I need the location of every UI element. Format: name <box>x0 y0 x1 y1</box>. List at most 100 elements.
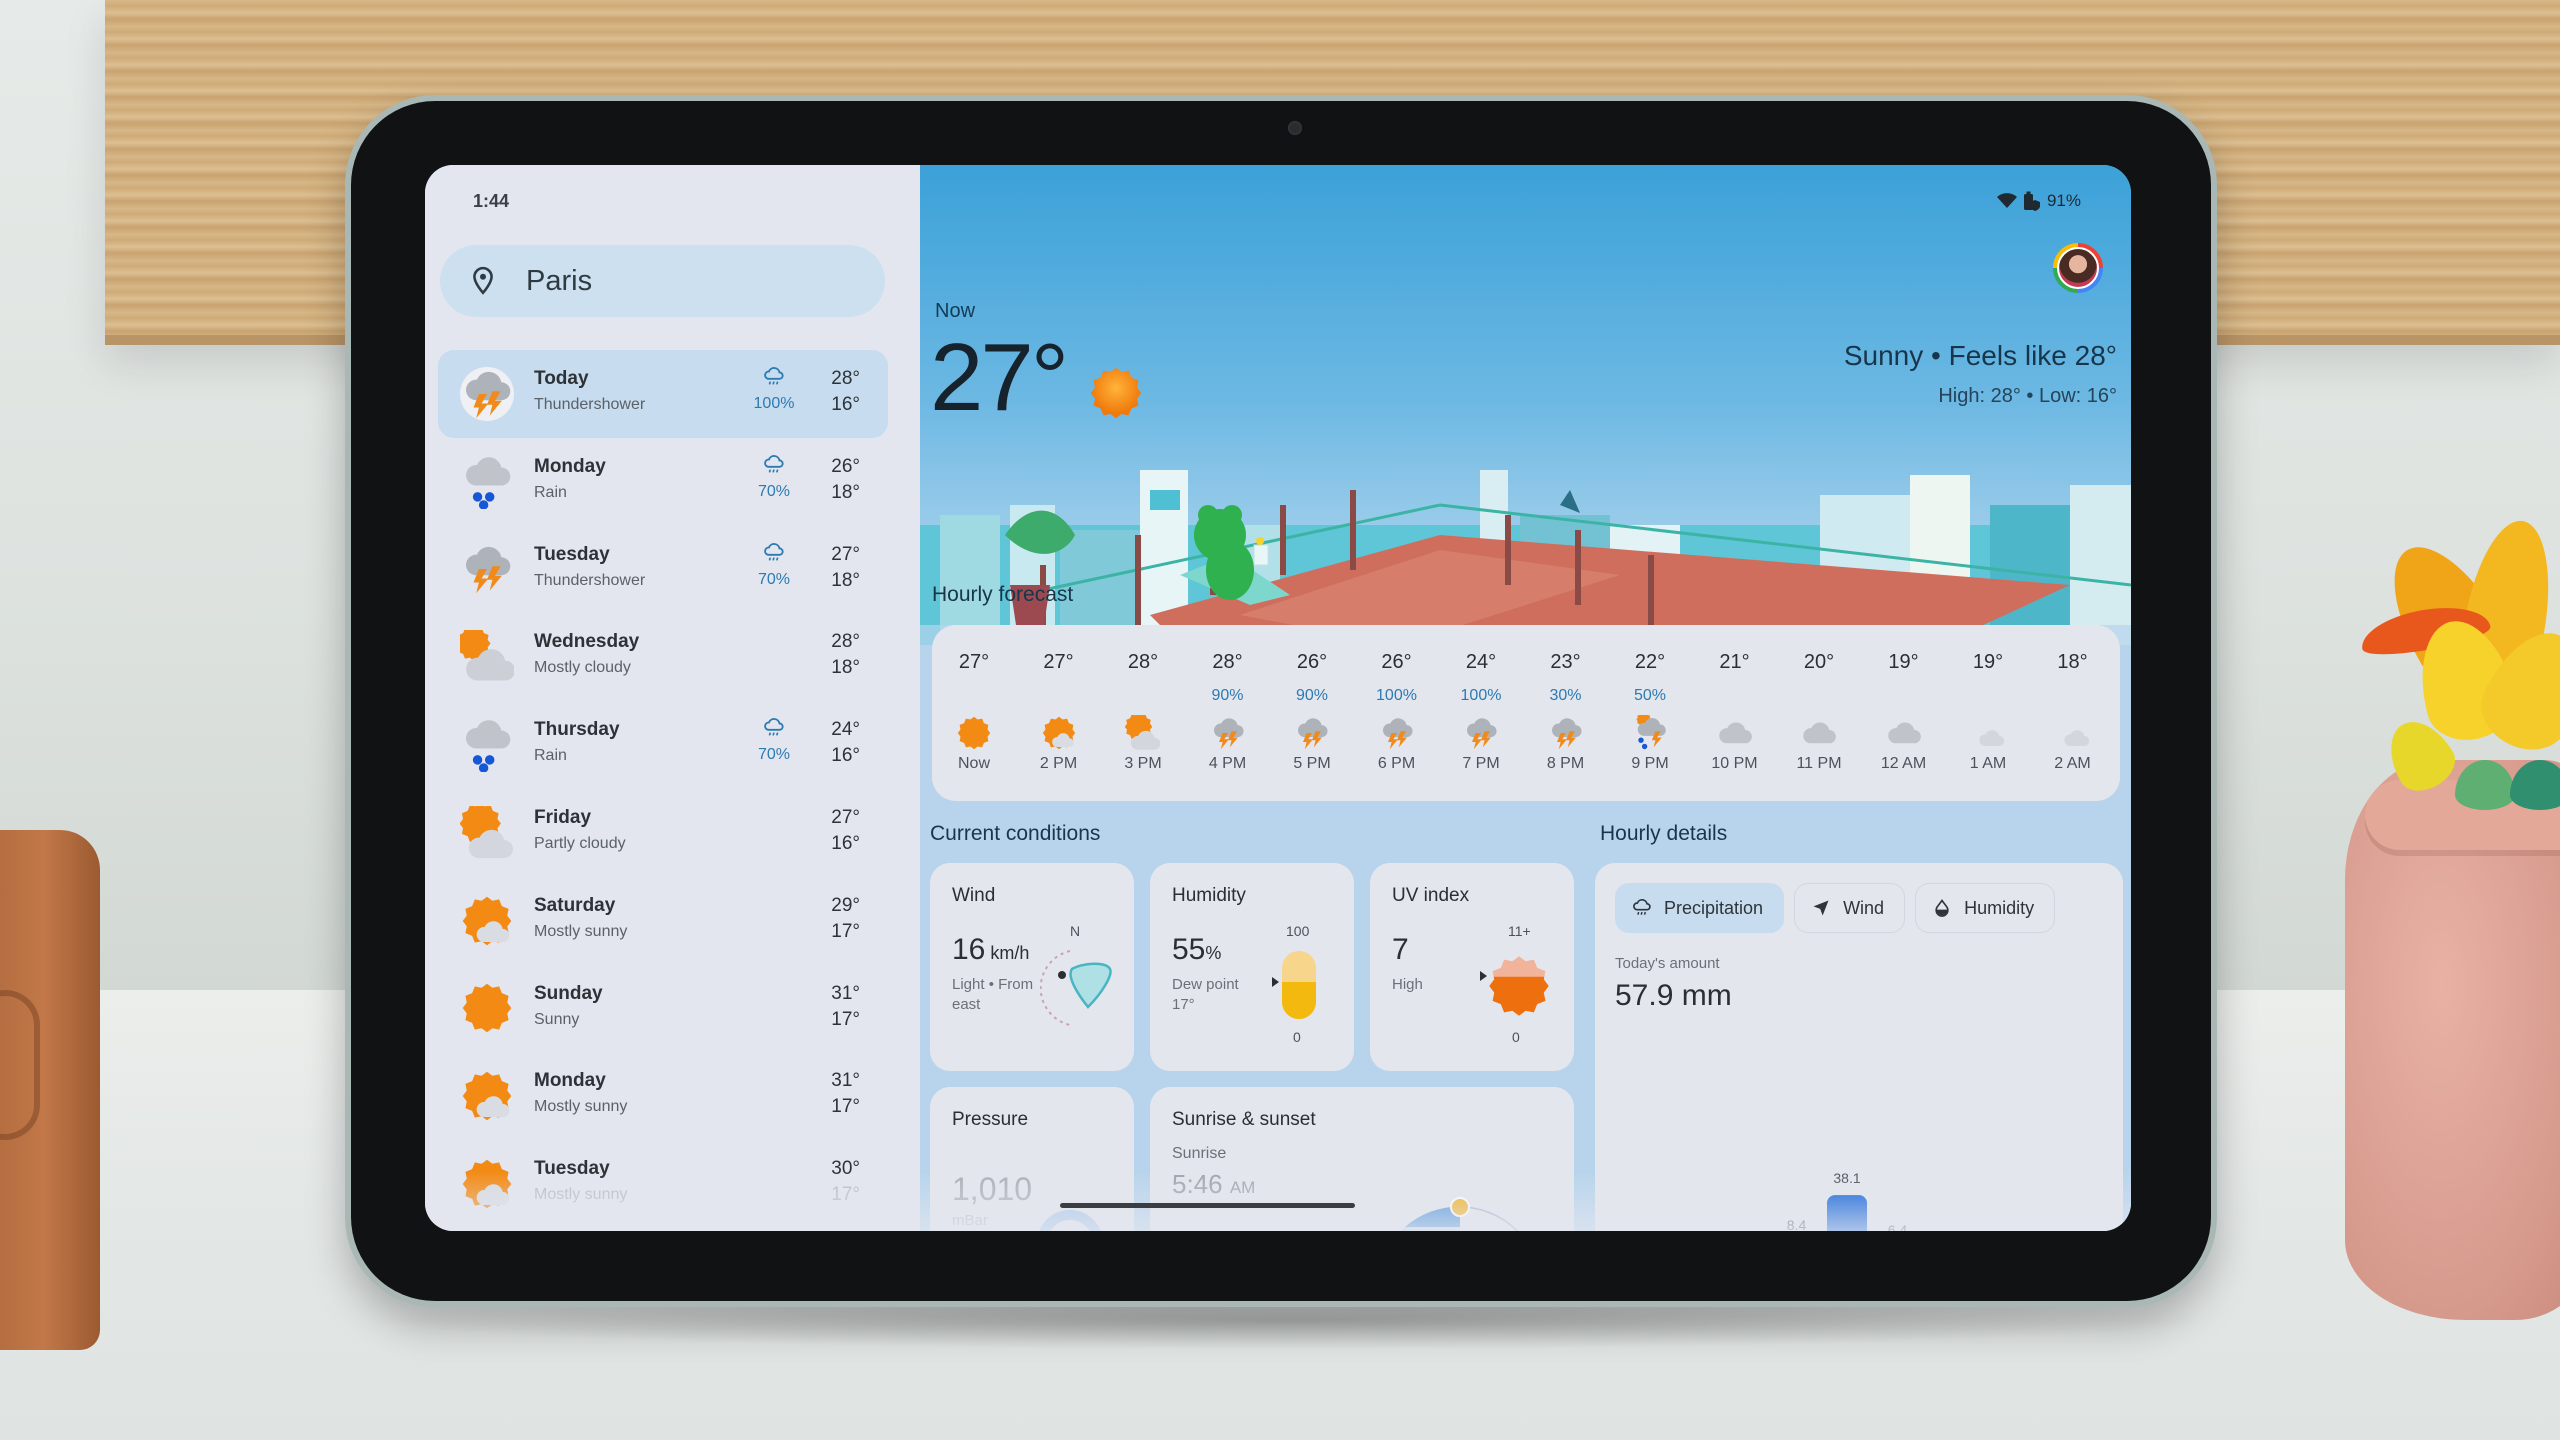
tab-precipitation[interactable]: Precipitation <box>1615 883 1785 933</box>
day-temps: 28° 18° <box>831 629 860 681</box>
day-low: 17° <box>831 1008 860 1030</box>
tab-humidity[interactable]: Humidity <box>1915 883 2056 933</box>
hour-label: 7 PM <box>1462 755 1500 772</box>
humidity-number: 55 <box>1172 933 1206 966</box>
day-row-wednesday[interactable]: Wednesday Mostly cloudy 28° 18° <box>438 613 888 701</box>
status-clock: 1:44 <box>473 191 510 211</box>
thunder-rain-icon <box>1632 712 1668 751</box>
location-search-button[interactable]: Paris <box>440 245 885 317</box>
day-high: 29° <box>831 894 860 916</box>
weather-illustration-rooftop-frog <box>920 470 2131 645</box>
mostly-sunny-icon <box>460 894 514 948</box>
succulent-plant <box>2357 514 2560 840</box>
current-conditions-title: Current conditions <box>930 822 1101 845</box>
hour-temp: 23° <box>1550 651 1581 673</box>
day-name: Saturday <box>534 894 616 916</box>
sunrise-ampm: AM <box>1229 1178 1256 1197</box>
battery-saver-icon <box>2023 191 2040 211</box>
day-high: 30° <box>831 1158 860 1180</box>
hour-temp: 22° <box>1634 651 1666 673</box>
hour-column: 20° 11 PM <box>1777 625 1861 801</box>
tab-wind[interactable]: Wind <box>1794 883 1906 933</box>
wifi-icon <box>1996 193 2017 208</box>
day-name: Monday <box>534 1070 606 1092</box>
day-low: 18° <box>831 481 860 503</box>
day-row-tuesday[interactable]: Tuesday Thundershower 70% 27° 18° <box>438 526 888 614</box>
wind-card[interactable]: Wind 16 km/h Light • From east N <box>930 863 1134 1071</box>
uv-scale-max: 11+ <box>1508 923 1531 939</box>
hour-temp: 24° <box>1465 651 1497 673</box>
day-temps: 27° 16° <box>831 805 860 857</box>
hour-column: 27° Now <box>932 625 1016 801</box>
day-low: 17° <box>831 1096 860 1118</box>
account-avatar-button[interactable] <box>2053 243 2103 293</box>
precip-value-label: 8.4 <box>1787 1217 1807 1231</box>
hour-column: 27° 2 PM <box>1017 625 1101 801</box>
day-row-monday[interactable]: Monday Mostly sunny 31° 17° <box>438 1052 888 1140</box>
humidity-card[interactable]: Humidity 55% Dew point 17° 100 0 <box>1150 863 1354 1071</box>
day-temps: 24° 16° <box>831 717 860 769</box>
day-text: Tuesday Mostly sunny <box>534 1158 627 1204</box>
rain-cloud-icon <box>1633 898 1651 915</box>
hour-column: 26° 100% 6 PM <box>1355 625 1439 801</box>
sun-arc-chart <box>1401 1197 1519 1231</box>
day-text: Tuesday Thundershower <box>534 544 645 590</box>
day-temps: 28° 16° <box>831 366 860 418</box>
sunny-icon <box>956 715 992 751</box>
day-name: Tuesday <box>534 543 610 565</box>
hour-temp: 26° <box>1296 651 1328 673</box>
humidity-scale-min: 0 <box>1293 1029 1301 1045</box>
day-row-thursday[interactable]: Thursday Rain 70% 24° 16° <box>438 701 888 789</box>
day-low: 18° <box>831 657 860 679</box>
day-text: Thursday Rain <box>534 719 620 765</box>
day-name: Sunday <box>534 982 603 1004</box>
day-row-tuesday[interactable]: Tuesday Mostly sunny 30° 17° <box>438 1140 888 1228</box>
uv-index-card[interactable]: UV index 7 High 11+ 0 <box>1370 863 1574 1071</box>
uv-marker <box>1480 971 1487 981</box>
day-low: 16° <box>831 394 860 415</box>
hour-label: 12 AM <box>1880 755 1927 772</box>
sunrise-time-value: 5:46 <box>1172 1169 1223 1199</box>
gesture-home-bar[interactable] <box>1060 1203 1355 1208</box>
day-high: 26° <box>831 455 860 477</box>
hour-precip: 90% <box>1211 687 1244 704</box>
day-row-saturday[interactable]: Saturday Mostly sunny 29° 17° <box>438 877 888 965</box>
wind-speed-unit: km/h <box>990 943 1030 963</box>
hour-column: 19° 1 AM <box>1946 625 2030 801</box>
pressure-card[interactable]: Pressure 1,010 mBar <box>930 1087 1134 1231</box>
sunny-icon <box>460 981 514 1035</box>
precipitation-bar-chart: <0.25 <0.252.08.438.16.40.3 0.3 <0.25 <box>1787 1170 1907 1231</box>
cloudy-icon <box>1886 715 1922 751</box>
hour-column: 28° 90% 4 PM <box>1186 625 1270 801</box>
hour-column: 18° 2 AM <box>2031 625 2115 801</box>
day-name: Wednesday <box>534 631 640 653</box>
dew-point-label: Dew point <box>1172 976 1239 993</box>
mostly-sunny-icon <box>460 1069 514 1123</box>
uv-title: UV index <box>1392 885 1470 906</box>
compass-north-label: N <box>1070 923 1081 939</box>
hourly-forecast-card[interactable]: 27° Now 27° 2 PM 28° 3 PM 28° 90% 4 PM 2… <box>932 625 2120 801</box>
hour-label: 2 AM <box>2054 755 2091 772</box>
hour-column: 24° 100% 7 PM <box>1439 625 1523 801</box>
day-row-monday[interactable]: Monday Rain 70% 26° 18° <box>438 438 888 526</box>
main-pane: 91% Now 27° Sunny • Feels like 28° High:… <box>920 165 2131 1231</box>
day-condition: Mostly sunny <box>534 1186 628 1204</box>
thundershower-icon <box>460 542 514 596</box>
pressure-title: Pressure <box>952 1109 1029 1130</box>
day-row-friday[interactable]: Friday Partly cloudy 27° 16° <box>438 789 888 877</box>
pot-flower-carving <box>0 990 40 1140</box>
day-row-today-selected[interactable]: Today Thundershower 100% 28° 16° <box>438 350 888 438</box>
precip-chance: 70% <box>748 717 800 764</box>
mostly-sunny-icon <box>460 1157 514 1211</box>
day-temps: 31° 17° <box>831 1068 860 1120</box>
now-label: Now <box>935 300 976 322</box>
day-text: Monday Rain <box>534 456 606 502</box>
avatar-photo <box>2057 247 2099 289</box>
day-low: 18° <box>831 569 860 591</box>
sunrise-sunset-card[interactable]: Sunrise & sunset Sunrise 5:46 AM <box>1150 1087 1574 1231</box>
day-row-sunday[interactable]: Sunday Sunny 31° 17° <box>438 965 888 1053</box>
hour-temp: 26° <box>1381 651 1412 673</box>
day-high: 28° <box>831 631 860 653</box>
day-text: Wednesday Mostly cloudy <box>534 631 639 677</box>
sun-position-dot <box>1450 1197 1470 1217</box>
